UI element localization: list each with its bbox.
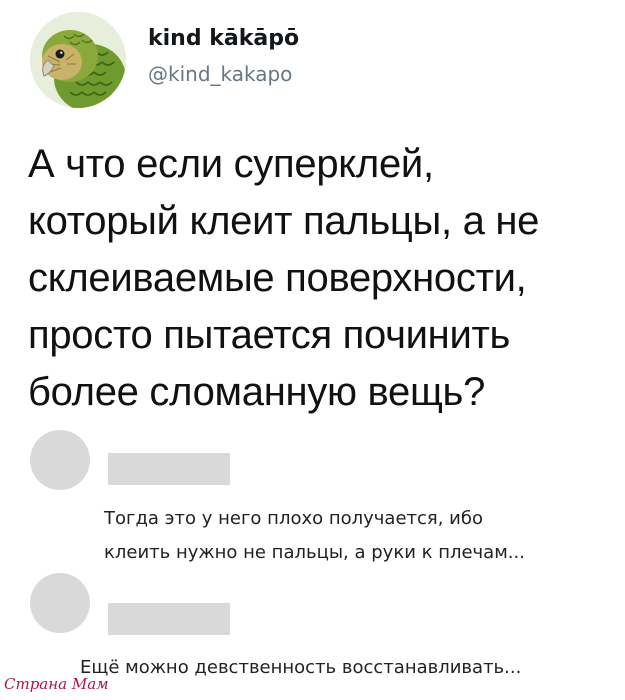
reply-text-line: Тогда это у него плохо получается, ибо	[104, 508, 483, 529]
tweet-handle[interactable]: @kind_kakapo	[148, 62, 292, 86]
reply-text: Ещё можно девственность восстанавливать.…	[80, 651, 521, 685]
tweet-text-line: А что если суперклей,	[28, 142, 434, 186]
reply-1: Тогда это у него плохо получается, ибо к…	[0, 430, 625, 580]
reply-avatar-placeholder	[30, 430, 90, 490]
tweet-text-line: просто пытается починить	[28, 313, 511, 357]
tweet-text-line: склеиваемые поверхности,	[28, 256, 527, 300]
reply-avatar-placeholder	[30, 573, 90, 633]
watermark: Страна Мам	[4, 675, 109, 693]
reply-text: Тогда это у него плохо получается, ибо к…	[104, 502, 525, 570]
reply-text-line: Ещё можно девственность восстанавливать.…	[80, 657, 522, 678]
tweet-display-name[interactable]: kind kākāpō	[148, 26, 299, 51]
tweet-header: kind kākāpō @kind_kakapo	[22, 12, 602, 112]
tweet-text-line: который клеит пальцы, а не	[28, 199, 540, 243]
kakapo-parrot-illustration	[30, 12, 126, 108]
reply-text-line: клеить нужно не пальцы, а руки к плечам.…	[104, 542, 525, 563]
tweet-text: А что если суперклей, который клеит паль…	[28, 136, 608, 421]
reply-author-redacted	[108, 603, 230, 635]
reply-author-redacted	[108, 453, 230, 485]
tweet-text-line: более сломанную вещь?	[28, 370, 486, 414]
kakapo-parrot-avatar-icon[interactable]	[30, 12, 126, 108]
